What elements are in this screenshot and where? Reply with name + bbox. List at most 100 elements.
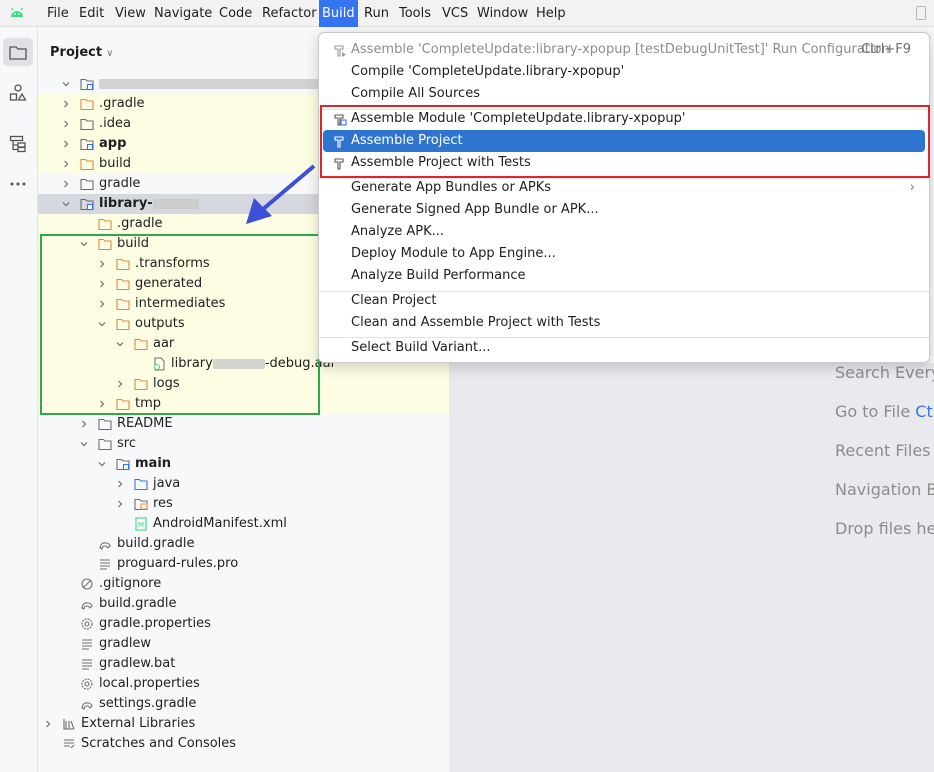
menu-item-assemble-project-tests[interactable]: Assemble Project with Tests: [323, 152, 925, 174]
tree-row[interactable]: java: [38, 474, 449, 494]
chevron-down-icon[interactable]: [116, 340, 124, 348]
structure-tool-button[interactable]: [3, 130, 33, 158]
tree-row[interactable]: main: [38, 454, 449, 474]
chevron-right-icon[interactable]: [116, 380, 124, 388]
menu-item-deploy-app-engine[interactable]: Deploy Module to App Engine...: [323, 243, 925, 265]
chevron-right-icon[interactable]: [98, 400, 106, 408]
chevron-down-icon[interactable]: [98, 320, 106, 328]
chevron-down-icon[interactable]: [62, 200, 70, 208]
menu-vcs[interactable]: VCS: [439, 0, 471, 27]
gradle-file-icon: [81, 702, 93, 710]
resource-manager-button[interactable]: [3, 79, 33, 107]
chevron-right-icon[interactable]: [62, 180, 70, 188]
tree-row-label: local.properties: [99, 676, 200, 691]
chevron-down-icon[interactable]: [62, 80, 70, 88]
text-file-icon: [82, 659, 92, 670]
tree-row-label: gradlew: [99, 636, 152, 651]
menu-item-clean-assemble[interactable]: Clean and Assemble Project with Tests: [323, 312, 925, 334]
tree-row-label: java: [153, 476, 181, 491]
menu-item-assemble-run-config[interactable]: Assemble 'CompleteUpdate:library-xpopup …: [323, 39, 925, 61]
tree-row[interactable]: build.gradle: [38, 594, 449, 614]
menu-view[interactable]: View: [112, 0, 149, 27]
menu-item-analyze-build-performance[interactable]: Analyze Build Performance: [323, 265, 925, 287]
menu-item-clean-project[interactable]: Clean Project: [323, 290, 925, 312]
tree-row[interactable]: src: [38, 434, 449, 454]
menu-item-generate-signed[interactable]: Generate Signed App Bundle or APK...: [323, 199, 925, 221]
gitignore-file-icon: [81, 578, 93, 590]
menu-help[interactable]: Help: [533, 0, 569, 27]
chevron-right-icon[interactable]: [98, 260, 106, 268]
menu-run[interactable]: Run: [361, 0, 392, 27]
chevron-right-icon[interactable]: [62, 120, 70, 128]
tree-row-label: .gradle: [117, 216, 163, 231]
chevron-right-icon[interactable]: [116, 480, 124, 488]
chevron-right-icon[interactable]: [62, 140, 70, 148]
tree-row[interactable]: Scratches and Consoles: [38, 734, 449, 754]
menu-file[interactable]: File: [44, 0, 72, 27]
tree-row[interactable]: tmp: [38, 394, 449, 414]
android-studio-logo-icon[interactable]: [8, 5, 26, 21]
project-tool-button[interactable]: [3, 38, 33, 66]
menu-item-compile-module[interactable]: Compile 'CompleteUpdate.library-xpopup': [323, 61, 925, 83]
menu-refactor[interactable]: Refactor: [259, 0, 320, 27]
module-folder-icon: [80, 198, 94, 211]
menu-item-assemble-module[interactable]: Assemble Module 'CompleteUpdate.library-…: [323, 108, 925, 130]
menu-tools[interactable]: Tools: [396, 0, 434, 27]
welcome-hint-recent-files: Recent Files C: [835, 441, 934, 460]
tree-row[interactable]: local.properties: [38, 674, 449, 694]
menu-item-analyze-apk[interactable]: Analyze APK...: [323, 221, 925, 243]
menu-item-select-build-variant[interactable]: Select Build Variant...: [323, 337, 925, 359]
device-icon[interactable]: [916, 6, 926, 20]
menu-edit[interactable]: Edit: [76, 0, 107, 27]
project-panel-header[interactable]: Project ∨: [50, 45, 113, 60]
redacted-text: [99, 78, 339, 89]
tree-row[interactable]: proguard-rules.pro: [38, 554, 449, 574]
menu-bar: File Edit View Navigate Code Refactor Bu…: [0, 0, 934, 27]
folder-icon: [98, 418, 112, 431]
tree-row[interactable]: build.gradle: [38, 534, 449, 554]
text-file-icon: [100, 559, 110, 570]
chevron-right-icon[interactable]: [80, 420, 88, 428]
tree-row[interactable]: M AndroidManifest.xml: [38, 514, 449, 534]
tree-row[interactable]: gradle.properties: [38, 614, 449, 634]
tree-row-label: app: [99, 136, 127, 151]
menu-item-generate-bundles[interactable]: Generate App Bundles or APKs ›: [323, 177, 925, 199]
more-icon: [10, 182, 26, 186]
chevron-right-icon[interactable]: [62, 160, 70, 168]
settings-file-icon: [81, 618, 93, 630]
menu-item-assemble-project[interactable]: Assemble Project: [323, 130, 925, 152]
tree-row[interactable]: res: [38, 494, 449, 514]
manifest-file-icon: M: [135, 517, 147, 531]
module-folder-icon: [80, 138, 94, 151]
tree-row-label: build: [99, 156, 131, 171]
tree-row[interactable]: settings.gradle: [38, 694, 449, 714]
settings-file-icon: [81, 678, 93, 690]
module-folder-icon: [116, 458, 130, 471]
tree-row[interactable]: README: [38, 414, 449, 434]
tree-row-label: .gradle: [99, 96, 145, 111]
tree-row[interactable]: gradlew: [38, 634, 449, 654]
tree-row[interactable]: External Libraries: [38, 714, 449, 734]
menu-navigate[interactable]: Navigate: [151, 0, 215, 27]
menu-build[interactable]: Build: [319, 0, 358, 27]
tree-row[interactable]: logs: [38, 374, 449, 394]
chevron-right-icon[interactable]: [98, 300, 106, 308]
menu-code[interactable]: Code: [216, 0, 255, 27]
folder-icon-orange: [80, 158, 94, 171]
folder-icon-orange: [116, 278, 130, 291]
chevron-right-icon[interactable]: [62, 100, 70, 108]
chevron-right-icon[interactable]: [116, 500, 124, 508]
menu-window[interactable]: Window: [474, 0, 531, 27]
menu-item-compile-all-sources[interactable]: Compile All Sources: [323, 83, 925, 105]
tree-row-label: main: [135, 456, 172, 471]
chevron-right-icon[interactable]: [44, 720, 52, 728]
chevron-down-icon[interactable]: [80, 240, 88, 248]
welcome-hint-navigation-bar: Navigation B: [835, 480, 934, 499]
more-tools-button[interactable]: [3, 170, 33, 198]
folder-icon-orange: [98, 238, 112, 251]
chevron-down-icon[interactable]: [80, 440, 88, 448]
chevron-down-icon[interactable]: [98, 460, 106, 468]
tree-row[interactable]: gradlew.bat: [38, 654, 449, 674]
tree-row[interactable]: .gitignore: [38, 574, 449, 594]
chevron-right-icon[interactable]: [98, 280, 106, 288]
